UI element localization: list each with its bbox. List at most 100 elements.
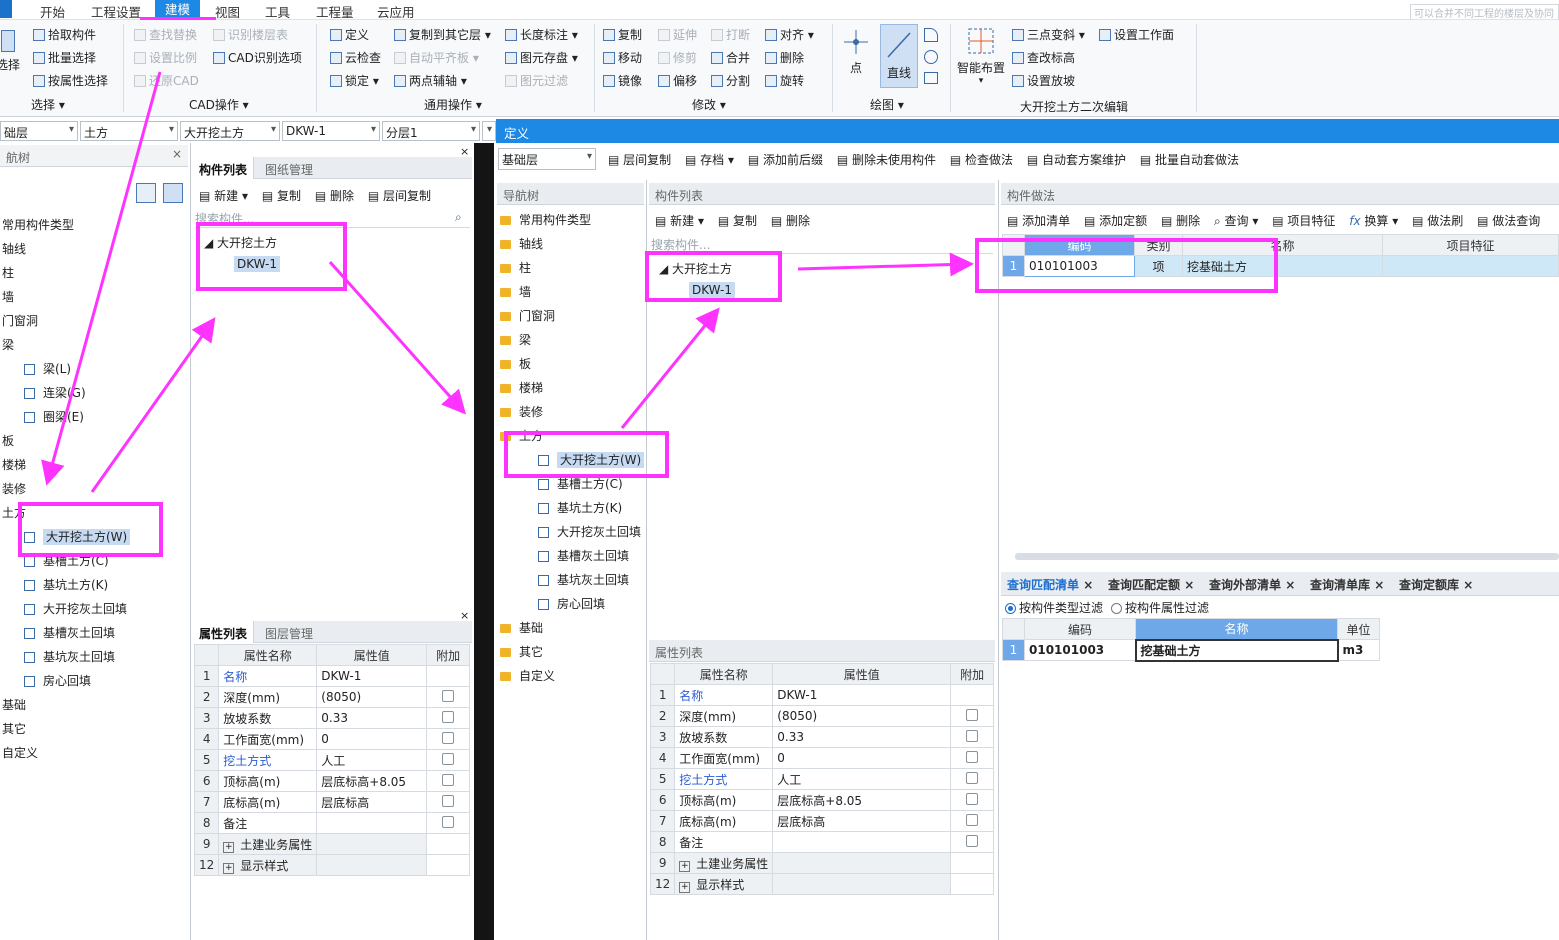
add-quota-button[interactable]: ▤ 添加定额	[1084, 214, 1147, 228]
nav-item[interactable]: 梁	[2, 333, 130, 357]
group-modify[interactable]: 修改 ▾	[692, 96, 726, 113]
tab-query-external-list[interactable]: 查询外部清单 ×	[1209, 576, 1295, 593]
nav-item[interactable]: 楼梯	[2, 453, 130, 477]
prop-row-value[interactable]	[316, 812, 428, 834]
prop-row-value[interactable]	[772, 852, 952, 874]
element-filter-button[interactable]: 图元过滤	[505, 72, 568, 89]
group-cad[interactable]: CAD操作 ▾	[189, 96, 249, 113]
mirror-button[interactable]: 镜像	[603, 72, 642, 89]
def-nav-subitem[interactable]: 房心回填	[500, 592, 644, 616]
checkbox[interactable]	[442, 815, 455, 828]
close-icon[interactable]: ×	[1374, 578, 1384, 592]
prop-row[interactable]: 3 放坡系数 0.33	[649, 726, 994, 748]
rectangle-icon[interactable]	[924, 72, 938, 84]
prop-row-value[interactable]	[316, 854, 428, 876]
nav-item[interactable]: 其它	[2, 717, 130, 741]
split-button[interactable]: 分割	[711, 72, 750, 89]
prop-row[interactable]: 3 放坡系数 0.33	[193, 707, 470, 729]
nav-item[interactable]: 柱	[2, 261, 130, 285]
prop-row-value[interactable]: 0.33	[316, 707, 428, 729]
line-button[interactable]: 直线	[880, 24, 918, 88]
nav-item[interactable]: 常用构件类型	[2, 213, 130, 237]
move-button[interactable]: 移动	[603, 49, 642, 66]
nav-subitem[interactable]: 圈梁(E)	[2, 405, 130, 429]
prop-row-extra[interactable]	[426, 728, 470, 750]
prop-row[interactable]: 8 备注	[193, 812, 470, 834]
nav-subitem[interactable]: 基坑土方(K)	[2, 573, 130, 597]
menu-project-settings[interactable]: 工程设置	[91, 2, 141, 21]
checkbox[interactable]	[966, 792, 979, 805]
prop-row-value[interactable]	[316, 833, 428, 855]
nav-item[interactable]: 装修	[2, 477, 130, 501]
expand-icon[interactable]: +	[223, 841, 235, 853]
nav-subitem[interactable]: 大开挖灰土回填	[2, 597, 130, 621]
group-general[interactable]: 通用操作 ▾	[424, 96, 482, 113]
prop-row[interactable]: 5 挖土方式 人工	[649, 768, 994, 790]
merge-button[interactable]: 合并	[711, 49, 750, 66]
close-icon[interactable]: ×	[1463, 578, 1473, 592]
set-work-face-button[interactable]: 设置工作面	[1099, 26, 1174, 43]
def-copy-button[interactable]: ▤ 复制	[718, 214, 757, 228]
prop-row-value[interactable]: 人工	[316, 749, 428, 771]
close-icon[interactable]: ×	[460, 145, 469, 158]
checkbox[interactable]	[966, 771, 979, 784]
checkbox[interactable]	[966, 708, 979, 721]
nav-subitem[interactable]: 房心回填	[2, 669, 130, 693]
grid-view-icon[interactable]	[163, 183, 183, 203]
prop-row-value[interactable]	[772, 873, 952, 895]
prop-row[interactable]: 7 底标高(m) 层底标高	[193, 791, 470, 813]
def-nav-item[interactable]: 基础	[500, 616, 644, 640]
prop-row[interactable]: 6 顶标高(m) 层底标高+8.05	[193, 770, 470, 792]
floor-copy-button[interactable]: ▤ 层间复制	[368, 189, 431, 203]
def-nav-item[interactable]: 装修	[500, 400, 644, 424]
prop-row[interactable]: 6 顶标高(m) 层底标高+8.05	[649, 789, 994, 811]
auto-align-slab-button[interactable]: 自动平齐板 ▾	[394, 49, 479, 66]
prop-row-value[interactable]: 层底标高	[316, 791, 428, 813]
def-floor-copy-button[interactable]: ▤ 层间复制	[608, 153, 671, 167]
edit-elevation-button[interactable]: 查改标高	[1012, 49, 1075, 66]
prop-row[interactable]: 4 工作面宽(mm) 0	[649, 747, 994, 769]
match-row[interactable]: 1 010101003 挖基础土方 m3	[1002, 638, 1380, 662]
nav-subitem[interactable]: 基坑灰土回填	[2, 645, 130, 669]
two-point-axis-button[interactable]: 两点辅轴 ▾	[394, 72, 467, 89]
checkbox[interactable]	[442, 752, 455, 765]
prop-row-value[interactable]: (8050)	[772, 705, 952, 727]
nav-subitem[interactable]: 基槽灰土回填	[2, 621, 130, 645]
close-icon[interactable]: ×	[172, 147, 182, 161]
prop-row-value[interactable]: 层底标高	[772, 810, 952, 832]
def-nav-item[interactable]: 板	[500, 352, 644, 376]
prop-row-value[interactable]: (8050)	[316, 686, 428, 708]
def-nav-item[interactable]: 柱	[500, 256, 644, 280]
cad-options-button[interactable]: CAD识别选项	[213, 49, 302, 66]
prop-row-value[interactable]: 人工	[772, 768, 952, 790]
group-select[interactable]: 选择 ▾	[31, 96, 65, 113]
add-list-button[interactable]: ▤ 添加清单	[1007, 214, 1070, 228]
checkbox[interactable]	[966, 813, 979, 826]
select-button[interactable]: 选择	[0, 30, 20, 73]
prop-row-value[interactable]: 层底标高+8.05	[772, 789, 952, 811]
prop-row[interactable]: 12 + 显示样式	[193, 854, 470, 876]
def-nav-item[interactable]: 轴线	[500, 232, 644, 256]
method-search-button[interactable]: ▤ 做法查询	[1477, 214, 1540, 228]
nav-subitem[interactable]: 连梁(G)	[2, 381, 130, 405]
prop-row-extra[interactable]	[426, 812, 470, 834]
set-scale-button[interactable]: 设置比例	[134, 49, 197, 66]
floor-combo[interactable]: 础层	[0, 121, 78, 141]
nav-item[interactable]: 板	[2, 429, 130, 453]
def-batch-auto-button[interactable]: ▤ 批量自动套做法	[1140, 153, 1239, 167]
three-point-slope-button[interactable]: 三点变斜 ▾	[1012, 26, 1085, 43]
type-combo[interactable]: 大开挖土方	[180, 121, 280, 141]
nav-item[interactable]: 基础	[2, 693, 130, 717]
tab-query-list-library[interactable]: 查询清单库 ×	[1310, 576, 1384, 593]
extend-button[interactable]: 延伸	[658, 26, 697, 43]
menu-cloud[interactable]: 云应用	[377, 2, 415, 21]
close-icon[interactable]: ×	[460, 609, 469, 622]
list-view-icon[interactable]	[136, 183, 156, 203]
close-icon[interactable]: ×	[1184, 578, 1194, 592]
menu-quantity[interactable]: 工程量	[316, 2, 354, 21]
expand-icon[interactable]: +	[223, 862, 235, 874]
prop-row[interactable]: 1 名称 DKW-1	[193, 665, 470, 687]
prop-row-value[interactable]: 0.33	[772, 726, 952, 748]
prop-row-extra[interactable]	[950, 747, 994, 769]
match-row-name[interactable]: 挖基础土方	[1134, 638, 1339, 662]
